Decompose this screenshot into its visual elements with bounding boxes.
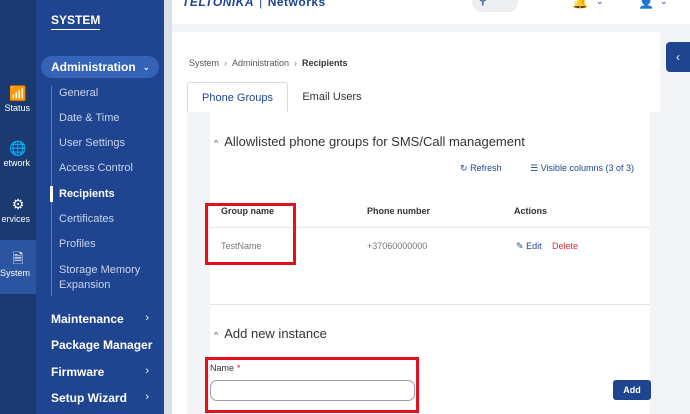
chevron-right-icon: › xyxy=(145,391,149,403)
chevron-down-icon: ⌄ xyxy=(142,62,150,72)
tab-email-users[interactable]: Email Users xyxy=(290,82,374,112)
chevron-right-icon: › xyxy=(145,312,149,324)
search-icon: ⚲ xyxy=(478,0,488,8)
scrollbar-track[interactable] xyxy=(164,0,172,414)
nav-item-label: Administration xyxy=(51,60,136,74)
search-shortcut: / xyxy=(502,0,504,2)
gear-icon: ⚙ xyxy=(11,196,25,212)
rail-network-label: etwork xyxy=(3,158,30,168)
add-button[interactable]: Add xyxy=(613,380,651,400)
chevron-up-icon: ^ xyxy=(214,138,219,148)
subnav-storage-memory[interactable]: Storage Memory xyxy=(59,263,140,278)
refresh-label: Refresh xyxy=(470,163,502,173)
nav-item-label: Firmware xyxy=(51,365,105,379)
main-content: System › Administration › Recipients Phone G… xyxy=(172,32,667,414)
breadcrumb-item[interactable]: System xyxy=(189,58,219,68)
subnav-storage-memory-line2[interactable]: Expansion xyxy=(59,278,110,293)
breadcrumb: System › Administration › Recipients xyxy=(189,58,348,68)
delete-button[interactable]: Delete xyxy=(552,241,578,251)
col-actions: Actions xyxy=(514,206,548,216)
icon-rail: 📶 Status 🌐 etwork ⚙ ervices 🗎 System xyxy=(0,0,36,414)
subnav-user-settings[interactable]: User Settings xyxy=(59,136,125,151)
rail-status-label: Status xyxy=(4,103,30,113)
globe-icon: 🌐 xyxy=(9,140,27,156)
col-phone-number: Phone number xyxy=(367,206,431,216)
section-title: Add new instance xyxy=(224,326,327,341)
subnav-recipients[interactable]: Recipients xyxy=(59,187,115,202)
nav-item-maintenance[interactable]: Maintenance › xyxy=(51,312,159,326)
subnav-profiles[interactable]: Profiles xyxy=(59,237,96,252)
tab-panel: ^ Allowlisted phone groups for SMS/Call m… xyxy=(187,112,667,414)
user-settings-icon[interactable]: 👤 xyxy=(638,0,654,10)
subnav-access-control[interactable]: Access Control xyxy=(59,161,133,176)
highlight-box-group-name xyxy=(205,203,296,265)
brand-name: TELTONIKA xyxy=(182,0,255,9)
collapse-panel-button[interactable]: ‹ xyxy=(666,42,690,72)
rail-system-label: System xyxy=(0,268,31,278)
nav-item-package-manager[interactable]: Package Manager xyxy=(51,338,159,352)
columns-icon: ☰ xyxy=(530,163,539,173)
rail-network[interactable]: 🌐 etwork xyxy=(0,140,36,168)
nav-section-title: SYSTEM xyxy=(51,13,101,30)
section-title: Allowlisted phone groups for SMS/Call ma… xyxy=(224,134,525,149)
section-header-add-instance[interactable]: ^ Add new instance xyxy=(214,326,327,341)
brand-suffix: Networks xyxy=(267,0,326,9)
breadcrumb-current: Recipients xyxy=(302,58,348,68)
system-icon: 🗎 xyxy=(12,250,24,266)
nav-item-label: Maintenance xyxy=(51,312,124,326)
rail-services-label: ervices xyxy=(1,214,30,224)
rail-system[interactable]: 🗎 System xyxy=(0,240,36,294)
subnav-general[interactable]: General xyxy=(59,86,98,101)
refresh-icon: ↻ xyxy=(460,163,468,173)
rail-status[interactable]: 📶 Status xyxy=(0,85,36,113)
nav-item-label: Setup Wizard xyxy=(51,391,127,405)
breadcrumb-sep: › xyxy=(224,58,228,68)
edit-button[interactable]: ✎ Edit xyxy=(516,241,542,252)
refresh-button[interactable]: ↻ Refresh xyxy=(460,163,502,174)
submenu-active-marker xyxy=(50,186,53,202)
nav-item-setup-wizard[interactable]: Setup Wizard › xyxy=(51,391,159,405)
rail-services[interactable]: ⚙ ervices xyxy=(0,196,36,224)
subnav-certificates[interactable]: Certificates xyxy=(59,212,114,227)
signal-icon: 📶 xyxy=(9,85,27,101)
pencil-icon: ✎ xyxy=(516,241,524,251)
chevron-right-icon: › xyxy=(145,365,149,377)
subnav-date-time[interactable]: Date & Time xyxy=(59,111,120,126)
highlight-box-name-field xyxy=(205,357,419,413)
cell-phone-number: +37060000000 xyxy=(367,241,428,251)
edit-label: Edit xyxy=(526,241,542,251)
nav-sidebar: SYSTEM Administration ⌄ General Date & T… xyxy=(36,0,164,414)
nav-item-firmware[interactable]: Firmware › xyxy=(51,365,159,379)
bell-icon[interactable]: 🔔 xyxy=(572,0,588,10)
chevron-down-icon[interactable]: ⌄ xyxy=(660,0,668,7)
section-header-allowlist[interactable]: ^ Allowlisted phone groups for SMS/Call m… xyxy=(214,134,525,149)
visible-columns-button[interactable]: ☰ Visible columns (3 of 3) xyxy=(530,163,634,174)
tab-phone-groups[interactable]: Phone Groups xyxy=(187,82,288,112)
chevron-down-icon[interactable]: ⌄ xyxy=(596,0,604,7)
chevron-up-icon: ^ xyxy=(214,330,219,340)
panel-card: ^ Allowlisted phone groups for SMS/Call m… xyxy=(205,112,651,414)
breadcrumb-sep: › xyxy=(294,58,298,68)
breadcrumb-item[interactable]: Administration xyxy=(232,58,289,68)
nav-item-administration[interactable]: Administration ⌄ xyxy=(41,56,159,78)
top-header: TELTONIKA | Networks ⚲ / 🔔 ⌄ 👤 ⌄ xyxy=(172,0,690,24)
visible-columns-label: Visible columns (3 of 3) xyxy=(540,163,634,173)
brand-logo[interactable]: TELTONIKA | Networks xyxy=(182,0,326,9)
nav-item-label: Package Manager xyxy=(51,338,153,352)
section-divider xyxy=(210,304,650,305)
brand-separator: | xyxy=(259,0,263,9)
search-button[interactable]: ⚲ / xyxy=(472,0,518,12)
